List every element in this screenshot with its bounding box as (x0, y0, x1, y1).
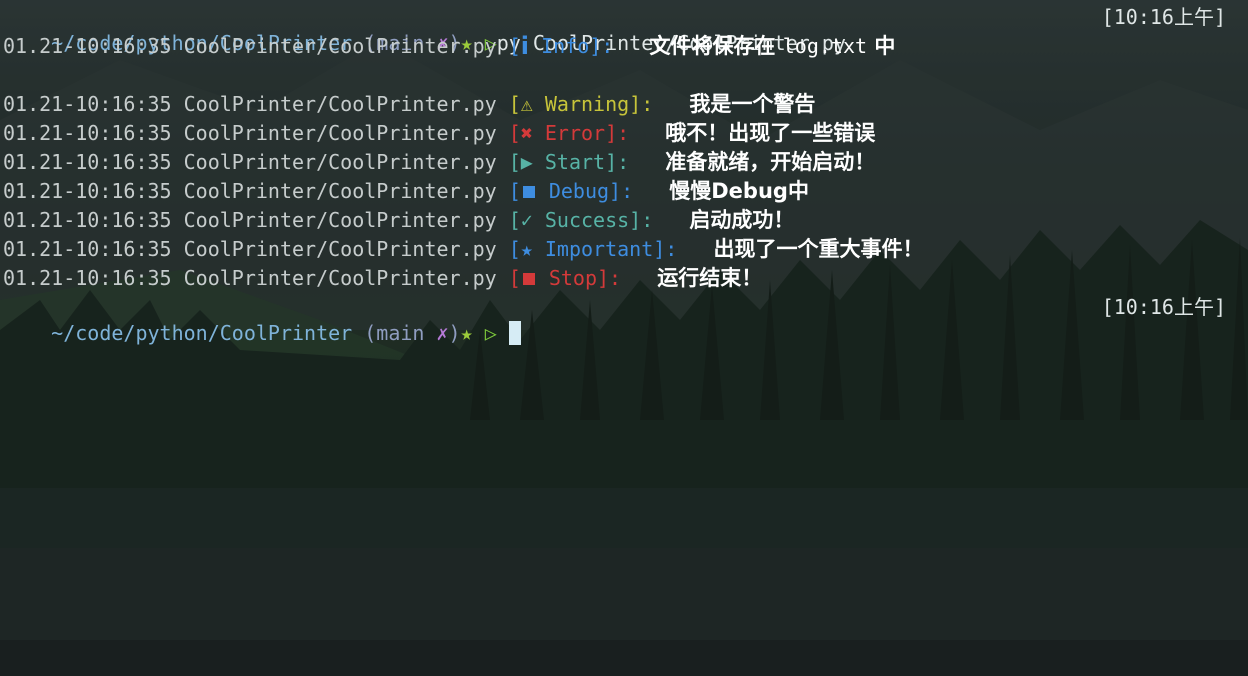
prompt-star-icon: ★ (460, 321, 473, 345)
log-message: 准备就绪，开始启动！ (665, 150, 876, 174)
warning-icon: ⚠ (520, 92, 533, 116)
log-message: 启动成功！ (689, 208, 795, 232)
log-tag-label: Debug]: (536, 179, 634, 203)
play-icon: ▶ (520, 150, 533, 174)
log-tag-open: [ (508, 266, 521, 290)
log-line-stop: 01.21-10:16:35 CoolPrinter/CoolPrinter.p… (3, 265, 1243, 294)
log-timestamp: 01.21-10:16:35 (3, 237, 172, 261)
log-file: CoolPrinter/CoolPrinter.py (183, 237, 497, 261)
log-message: 我是一个警告 (689, 92, 816, 116)
git-dirty-icon: ✗ (436, 321, 449, 345)
log-file: CoolPrinter/CoolPrinter.py (183, 208, 497, 232)
log-file: CoolPrinter/CoolPrinter.py (183, 179, 497, 203)
log-line-warning: 01.21-10:16:35 CoolPrinter/CoolPrinter.p… (3, 91, 1243, 120)
log-timestamp: 01.21-10:16:35 (3, 34, 172, 58)
prompt-clock: [10:16上午] (1101, 5, 1226, 29)
log-tag-label: Important]: (532, 237, 678, 261)
stop-square-icon (522, 273, 535, 285)
star-icon: ★ (520, 237, 533, 261)
log-tag-label: Error]: (532, 121, 630, 145)
log-line-error: 01.21-10:16:35 CoolPrinter/CoolPrinter.p… (3, 120, 1243, 149)
log-timestamp: 01.21-10:16:35 (3, 150, 172, 174)
log-tag-open: [ (508, 150, 521, 174)
text-cursor[interactable] (508, 321, 521, 345)
log-line-info: 01.21-10:16:35 CoolPrinter/CoolPrinter.p… (3, 33, 1243, 62)
log-timestamp: 01.21-10:16:35 (3, 92, 172, 116)
log-message: 哦不！出现了一些错误 (665, 121, 876, 145)
log-file: CoolPrinter/CoolPrinter.py (183, 121, 497, 145)
prompt-cwd: ~/code/python/CoolPrinter (51, 321, 353, 345)
log-line-debug: 01.21-10:16:35 CoolPrinter/CoolPrinter.p… (3, 178, 1243, 207)
info-icon: i (520, 32, 530, 60)
log-file: CoolPrinter/CoolPrinter.py (183, 266, 497, 290)
log-tag-open: [ (508, 237, 521, 261)
log-message-filename: log.txt (782, 34, 868, 58)
log-timestamp: 01.21-10:16:35 (3, 208, 172, 232)
log-message: 运行结束！ (657, 266, 763, 290)
log-tag-label: Success]: (532, 208, 654, 232)
log-line-important: 01.21-10:16:35 CoolPrinter/CoolPrinter.p… (3, 236, 1243, 265)
prompt-line: ~/code/python/CoolPrinter (main ✗)★ ▷py … (3, 4, 1243, 55)
prompt-branch-open: (main (352, 321, 437, 345)
log-tag-label: Stop]: (536, 266, 622, 290)
log-tag-open: [ (508, 92, 521, 116)
prompt-arrow-icon: ▷ (484, 321, 497, 345)
log-tag-open: [ (508, 121, 521, 145)
log-timestamp: 01.21-10:16:35 (3, 121, 172, 145)
log-timestamp: 01.21-10:16:35 (3, 179, 172, 203)
log-tag-label: Warning]: (532, 92, 654, 116)
log-line-success: 01.21-10:16:35 CoolPrinter/CoolPrinter.p… (3, 207, 1243, 236)
log-file: CoolPrinter/CoolPrinter.py (183, 34, 497, 58)
log-line-start: 01.21-10:16:35 CoolPrinter/CoolPrinter.p… (3, 149, 1243, 178)
prompt-line-current[interactable]: ~/code/python/CoolPrinter (main ✗)★ ▷ [1… (3, 294, 1243, 345)
cross-icon: ✖ (520, 121, 533, 145)
square-icon (522, 186, 535, 198)
log-tag-open: [ (508, 179, 521, 203)
check-icon: ✓ (520, 208, 533, 232)
log-tag-open: [ (508, 208, 521, 232)
log-message: 慢慢Debug中 (669, 179, 809, 203)
terminal-output[interactable]: ~/code/python/CoolPrinter (main ✗)★ ▷py … (3, 4, 1243, 345)
log-message: 文件将保存在 (649, 34, 783, 58)
log-tag-open: [ (508, 34, 521, 58)
log-file: CoolPrinter/CoolPrinter.py (183, 150, 497, 174)
prompt-branch-close: ) (448, 321, 461, 345)
log-message-suffix: 中 (867, 34, 896, 58)
log-lines: 01.21-10:16:35 CoolPrinter/CoolPrinter.p… (3, 91, 1243, 294)
log-message: 出现了一个重大事件！ (713, 237, 924, 261)
log-file: CoolPrinter/CoolPrinter.py (183, 92, 497, 116)
log-tag-label: Start]: (532, 150, 630, 174)
prompt-clock: [10:16上午] (1101, 295, 1226, 319)
log-tag-label: Info]: (529, 34, 614, 58)
log-timestamp: 01.21-10:16:35 (3, 266, 172, 290)
